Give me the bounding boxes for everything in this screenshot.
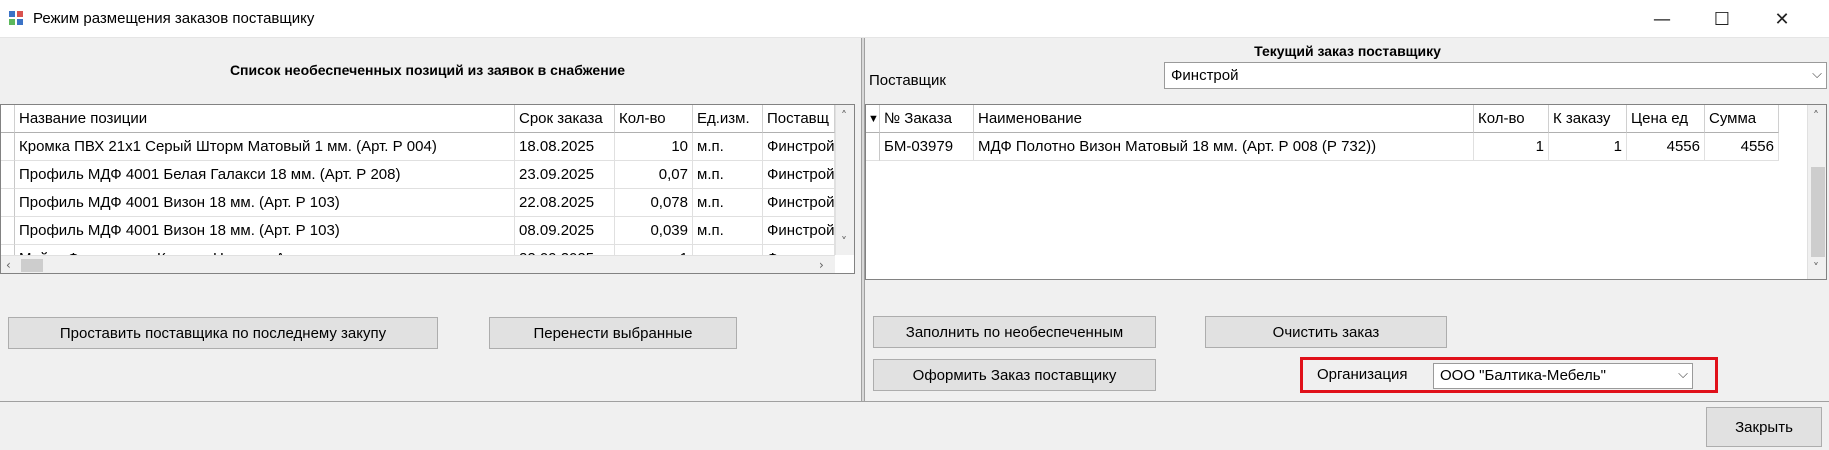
grid-header: Название позиции Срок заказа Кол-во Ед.и… [1, 105, 854, 133]
table-row[interactable]: Кромка ПВХ 21х1 Серый Шторм Матовый 1 мм… [1, 133, 854, 161]
col-header[interactable]: Поставщ [763, 105, 835, 133]
scroll-up-icon[interactable]: ˄ [841, 109, 847, 123]
col-header[interactable]: Цена ед [1627, 105, 1705, 133]
col-header[interactable]: Название позиции [15, 105, 515, 133]
scroll-down-icon[interactable]: ˅ [1813, 261, 1819, 275]
supplier-value: Финстрой [1171, 67, 1239, 84]
close-button[interactable]: Закрыть [1706, 407, 1822, 447]
cell-supplier: Финстрой [763, 161, 835, 189]
col-header[interactable]: Ед.изм. [693, 105, 763, 133]
cell-name: МДФ Полотно Визон Матовый 18 мм. (Арт. Р… [974, 133, 1474, 161]
horizontal-scroll-thumb[interactable] [21, 259, 43, 272]
transfer-selected-button[interactable]: Перенести выбранные [489, 317, 737, 349]
chevron-down-icon: ⌵ [1812, 66, 1822, 81]
col-header[interactable]: Наименование [974, 105, 1474, 133]
title-bar: Режим размещения заказов поставщику — ☐ … [0, 0, 1829, 38]
maximize-button[interactable]: ☐ [1692, 0, 1752, 38]
cell-qty: 0,039 [615, 217, 693, 245]
vertical-scrollbar[interactable]: ˄ ˅ [835, 105, 854, 255]
scroll-down-icon[interactable]: ˅ [841, 235, 847, 249]
left-panel: Список необеспеченных позиций из заявок … [0, 38, 862, 401]
cell-unit: м.п. [693, 189, 763, 217]
left-panel-title: Список необеспеченных позиций из заявок … [229, 62, 626, 78]
cell-order-number: БМ-03979 [880, 133, 974, 161]
table-row[interactable]: Профиль МДФ 4001 Белая Галакси 18 мм. (А… [1, 161, 854, 189]
cell-date: 23.09.2025 [515, 161, 615, 189]
cell-unit: м.п. [693, 217, 763, 245]
col-header[interactable]: Сумма [1705, 105, 1779, 133]
right-panel-title: Текущий заказ поставщику [1254, 43, 1441, 59]
vertical-scroll-thumb[interactable] [1811, 167, 1825, 257]
cell-name: Профиль МДФ 4001 Белая Галакси 18 мм. (А… [15, 161, 515, 189]
right-panel: Текущий заказ поставщику Поставщик Финст… [864, 38, 1829, 401]
supplier-label: Поставщик [869, 72, 946, 89]
row-selector[interactable] [866, 133, 880, 161]
scroll-up-icon[interactable]: ˄ [1813, 109, 1819, 123]
cell-date: 08.09.2025 [515, 217, 615, 245]
cell-qty: 0,078 [615, 189, 693, 217]
cell-name: Кромка ПВХ 21х1 Серый Шторм Матовый 1 мм… [15, 133, 515, 161]
close-icon: ✕ [1774, 8, 1790, 30]
row-selector[interactable] [1, 189, 15, 217]
cell-qty: 1 [1474, 133, 1549, 161]
organization-highlight: Организация ООО "Балтика-Мебель" ⌵ [1300, 357, 1718, 393]
create-supplier-order-button[interactable]: Оформить Заказ поставщику [873, 359, 1156, 391]
cell-qty: 10 [615, 133, 693, 161]
row-selector[interactable] [1, 161, 15, 189]
cell-total: 4556 [1705, 133, 1779, 161]
vertical-scrollbar[interactable]: ˄ ˅ [1807, 105, 1826, 279]
organization-label: Организация [1317, 366, 1408, 383]
chevron-down-icon: ⌵ [1678, 366, 1688, 381]
cell-date: 22.08.2025 [515, 189, 615, 217]
sort-down-icon[interactable]: ▼ [866, 105, 880, 133]
cell-supplier: Финстрой [763, 133, 835, 161]
minimize-icon: — [1653, 8, 1671, 30]
col-header[interactable]: Кол-во [1474, 105, 1549, 133]
cell-name: Профиль МДФ 4001 Визон 18 мм. (Арт. Р 10… [15, 189, 515, 217]
cell-to-order: 1 [1549, 133, 1627, 161]
col-header[interactable]: Срок заказа [515, 105, 615, 133]
clear-order-button[interactable]: Очистить заказ [1205, 316, 1447, 348]
col-header[interactable]: Кол-во [615, 105, 693, 133]
table-row[interactable]: Профиль МДФ 4001 Визон 18 мм. (Арт. Р 10… [1, 189, 854, 217]
unfulfilled-items-grid: Название позиции Срок заказа Кол-во Ед.и… [0, 104, 855, 274]
horizontal-scrollbar[interactable]: ‹ › [1, 255, 835, 273]
organization-value: ООО "Балтика-Мебель" [1440, 367, 1606, 384]
window-title: Режим размещения заказов поставщику [33, 10, 315, 27]
bottom-bar: Закрыть [0, 401, 1829, 450]
close-window-button[interactable]: ✕ [1752, 0, 1812, 38]
cell-unit: м.п. [693, 133, 763, 161]
cell-name: Профиль МДФ 4001 Визон 18 мм. (Арт. Р 10… [15, 217, 515, 245]
row-selector[interactable] [1, 133, 15, 161]
minimize-button[interactable]: — [1632, 0, 1692, 38]
app-grid-icon [9, 11, 25, 27]
table-row[interactable]: Профиль МДФ 4001 Визон 18 мм. (Арт. Р 10… [1, 217, 854, 245]
cell-supplier: Финстрой [763, 189, 835, 217]
col-header[interactable]: К заказу [1549, 105, 1627, 133]
cell-qty: 0,07 [615, 161, 693, 189]
cell-unit: м.п. [693, 161, 763, 189]
cell-supplier: Финстрой [763, 217, 835, 245]
maximize-icon: ☐ [1713, 8, 1731, 30]
row-header-corner [1, 105, 15, 133]
cell-date: 18.08.2025 [515, 133, 615, 161]
scroll-right-icon[interactable]: › [819, 258, 824, 272]
supplier-dropdown[interactable]: Финстрой ⌵ [1164, 62, 1827, 89]
set-supplier-button[interactable]: Проставить поставщика по последнему заку… [8, 317, 438, 349]
cell-unit-price: 4556 [1627, 133, 1705, 161]
table-row[interactable]: БМ-03979 МДФ Полотно Визон Матовый 18 мм… [866, 133, 1826, 161]
fill-unfulfilled-button[interactable]: Заполнить по необеспеченным [873, 316, 1156, 348]
row-selector[interactable] [1, 217, 15, 245]
scroll-left-icon[interactable]: ‹ [6, 258, 11, 272]
organization-dropdown[interactable]: ООО "Балтика-Мебель" ⌵ [1433, 363, 1693, 389]
grid-header: ▼ № Заказа Наименование Кол-во К заказу … [866, 105, 1826, 133]
order-grid: ▼ № Заказа Наименование Кол-во К заказу … [865, 104, 1827, 280]
col-header[interactable]: № Заказа [880, 105, 974, 133]
